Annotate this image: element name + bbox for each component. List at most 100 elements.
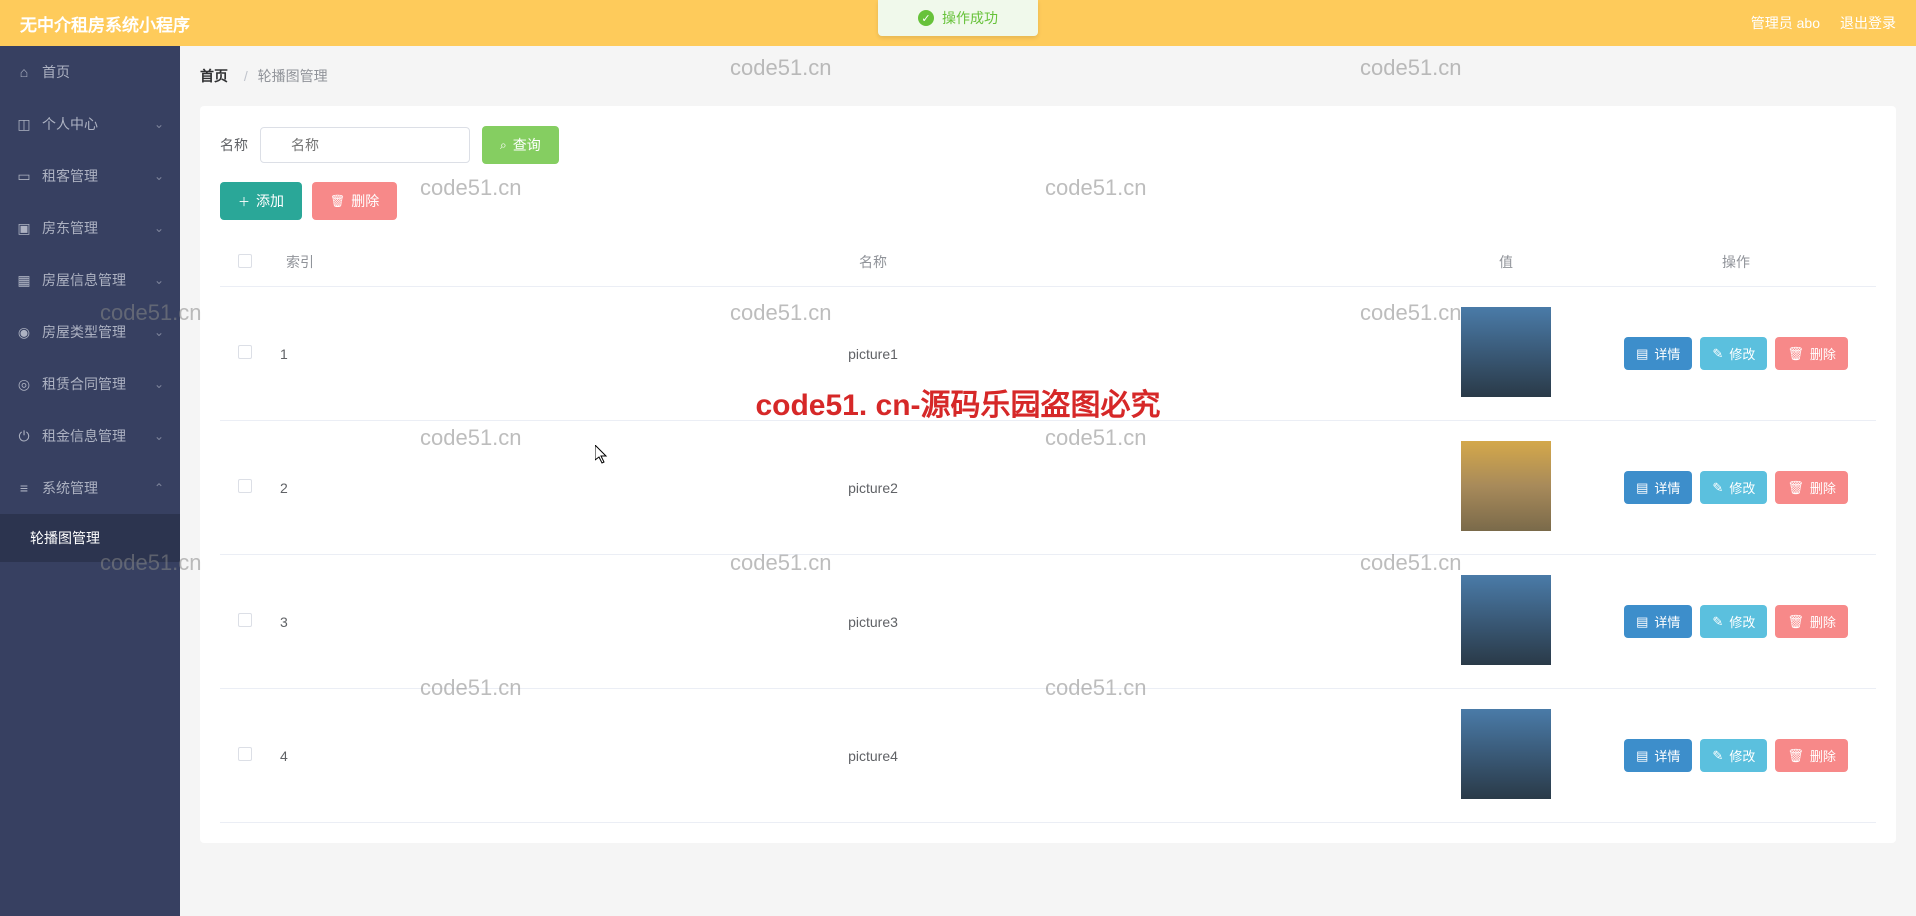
edit-button[interactable]: ✎ 修改 [1700,605,1767,638]
menu-icon: ≡ [16,480,32,496]
row-delete-button[interactable]: 🗑 删除 [1775,471,1848,504]
table-header-row: 索引 名称 值 操作 [220,238,1876,287]
select-all-checkbox[interactable] [238,254,252,268]
chevron-up-icon: ⌃ [154,481,164,495]
toast-text: 操作成功 [942,8,998,28]
sidebar-label: 租赁合同管理 [42,374,126,394]
thumbnail-image [1461,307,1551,397]
detail-button[interactable]: ▤ 详情 [1624,337,1692,370]
table-row: 3 picture3 ▤ 详情 ✎ 修改 🗑 删除 [220,555,1876,689]
data-table: 索引 名称 值 操作 1 picture1 ▤ 详情 ✎ 修改 🗑 删除 2 p… [220,238,1876,823]
grid-icon: ▦ [16,272,32,289]
delete-label: 删除 [351,191,379,211]
trash-icon: 🗑 [330,194,345,208]
check-icon: ✓ [918,10,934,26]
header-right: 管理员 abo 退出登录 [1751,13,1896,33]
trash-icon: 🗑 [1787,748,1804,764]
detail-icon: ▤ [1636,346,1648,362]
detail-icon: ▤ [1636,480,1648,496]
sidebar-label: 房屋类型管理 [42,322,126,342]
row-index: 4 [270,689,330,823]
sidebar-item-home[interactable]: ⌂ 首页 [0,46,180,98]
chevron-down-icon: ⌄ [154,377,164,391]
person-icon: ◉ [16,324,32,341]
edit-button[interactable]: ✎ 修改 [1700,739,1767,772]
detail-icon: ▤ [1636,614,1648,630]
row-delete-button[interactable]: 🗑 删除 [1775,337,1848,370]
sidebar-item-system[interactable]: ≡ 系统管理 ⌃ [0,462,180,514]
row-name: picture3 [330,555,1416,689]
search-input[interactable] [260,127,470,163]
breadcrumb-home[interactable]: 首页 [200,68,228,84]
search-label: 名称 [220,135,248,155]
action-row: ＋ 添加 🗑 删除 [220,182,1876,220]
sidebar-item-lease[interactable]: ◎ 租赁合同管理 ⌄ [0,358,180,410]
table-row: 1 picture1 ▤ 详情 ✎ 修改 🗑 删除 [220,287,1876,421]
power-icon: ⏻ [16,428,32,445]
row-checkbox[interactable] [238,613,252,627]
sidebar-label: 租客管理 [42,166,98,186]
main-content: 首页 / 轮播图管理 名称 ⌕ ⌕ 查询 ＋ 添加 [180,46,1916,916]
sidebar-item-landlord[interactable]: ▣ 房东管理 ⌄ [0,202,180,254]
sidebar-label: 房屋信息管理 [42,270,126,290]
thumbnail-image [1461,575,1551,665]
add-button[interactable]: ＋ 添加 [220,182,302,220]
detail-button[interactable]: ▤ 详情 [1624,471,1692,504]
header-bar: 无中介租房系统小程序 ✓ 操作成功 管理员 abo 退出登录 [0,0,1916,46]
header-ops: 操作 [1596,238,1876,287]
laptop-icon: ▭ [16,168,32,185]
sidebar-item-tenant[interactable]: ▭ 租客管理 ⌄ [0,150,180,202]
sidebar-item-house-info[interactable]: ▦ 房屋信息管理 ⌄ [0,254,180,306]
header-value: 值 [1416,238,1596,287]
sidebar-label: 房东管理 [42,218,98,238]
chevron-down-icon: ⌄ [154,429,164,443]
row-index: 3 [270,555,330,689]
breadcrumb: 首页 / 轮播图管理 [200,66,1896,86]
header-index: 索引 [270,238,330,287]
row-checkbox[interactable] [238,479,252,493]
sidebar-subitem-carousel[interactable]: 轮播图管理 [0,514,180,562]
row-checkbox[interactable] [238,345,252,359]
sidebar-label: 首页 [42,62,70,82]
add-label: 添加 [256,191,284,211]
target-icon: ◎ [16,376,32,393]
sidebar-label: 个人中心 [42,114,98,134]
sidebar-item-rent[interactable]: ⏻ 租金信息管理 ⌄ [0,410,180,462]
detail-button[interactable]: ▤ 详情 [1624,605,1692,638]
header-name: 名称 [330,238,1416,287]
chevron-down-icon: ⌄ [154,221,164,235]
logout-link[interactable]: 退出登录 [1840,13,1896,33]
user-icon: ◫ [16,116,32,133]
trash-icon: 🗑 [1787,346,1804,362]
chevron-down-icon: ⌄ [154,325,164,339]
row-checkbox[interactable] [238,747,252,761]
trash-icon: 🗑 [1787,614,1804,630]
edit-button[interactable]: ✎ 修改 [1700,337,1767,370]
edit-button[interactable]: ✎ 修改 [1700,471,1767,504]
edit-icon: ✎ [1712,748,1723,764]
search-row: 名称 ⌕ ⌕ 查询 [220,126,1876,164]
thumbnail-image [1461,709,1551,799]
chevron-down-icon: ⌄ [154,117,164,131]
success-toast: ✓ 操作成功 [878,0,1038,36]
row-delete-button[interactable]: 🗑 删除 [1775,739,1848,772]
clipboard-icon: ▣ [16,220,32,237]
sidebar-label: 系统管理 [42,478,98,498]
sidebar-item-house-type[interactable]: ◉ 房屋类型管理 ⌄ [0,306,180,358]
detail-button[interactable]: ▤ 详情 [1624,739,1692,772]
row-index: 1 [270,287,330,421]
admin-user-link[interactable]: 管理员 abo [1751,13,1820,33]
edit-icon: ✎ [1712,480,1723,496]
sidebar-item-profile[interactable]: ◫ 个人中心 ⌄ [0,98,180,150]
query-button[interactable]: ⌕ 查询 [482,126,559,164]
breadcrumb-current: 轮播图管理 [258,68,328,84]
app-title: 无中介租房系统小程序 [20,11,190,36]
detail-icon: ▤ [1636,748,1648,764]
chevron-down-icon: ⌄ [154,169,164,183]
trash-icon: 🗑 [1787,480,1804,496]
panel: 名称 ⌕ ⌕ 查询 ＋ 添加 🗑 删除 [200,106,1896,843]
plus-icon: ＋ [238,193,250,210]
delete-button[interactable]: 🗑 删除 [312,182,397,220]
sidebar: ⌂ 首页 ◫ 个人中心 ⌄ ▭ 租客管理 ⌄ ▣ 房东管理 ⌄ [0,46,180,916]
row-delete-button[interactable]: 🗑 删除 [1775,605,1848,638]
